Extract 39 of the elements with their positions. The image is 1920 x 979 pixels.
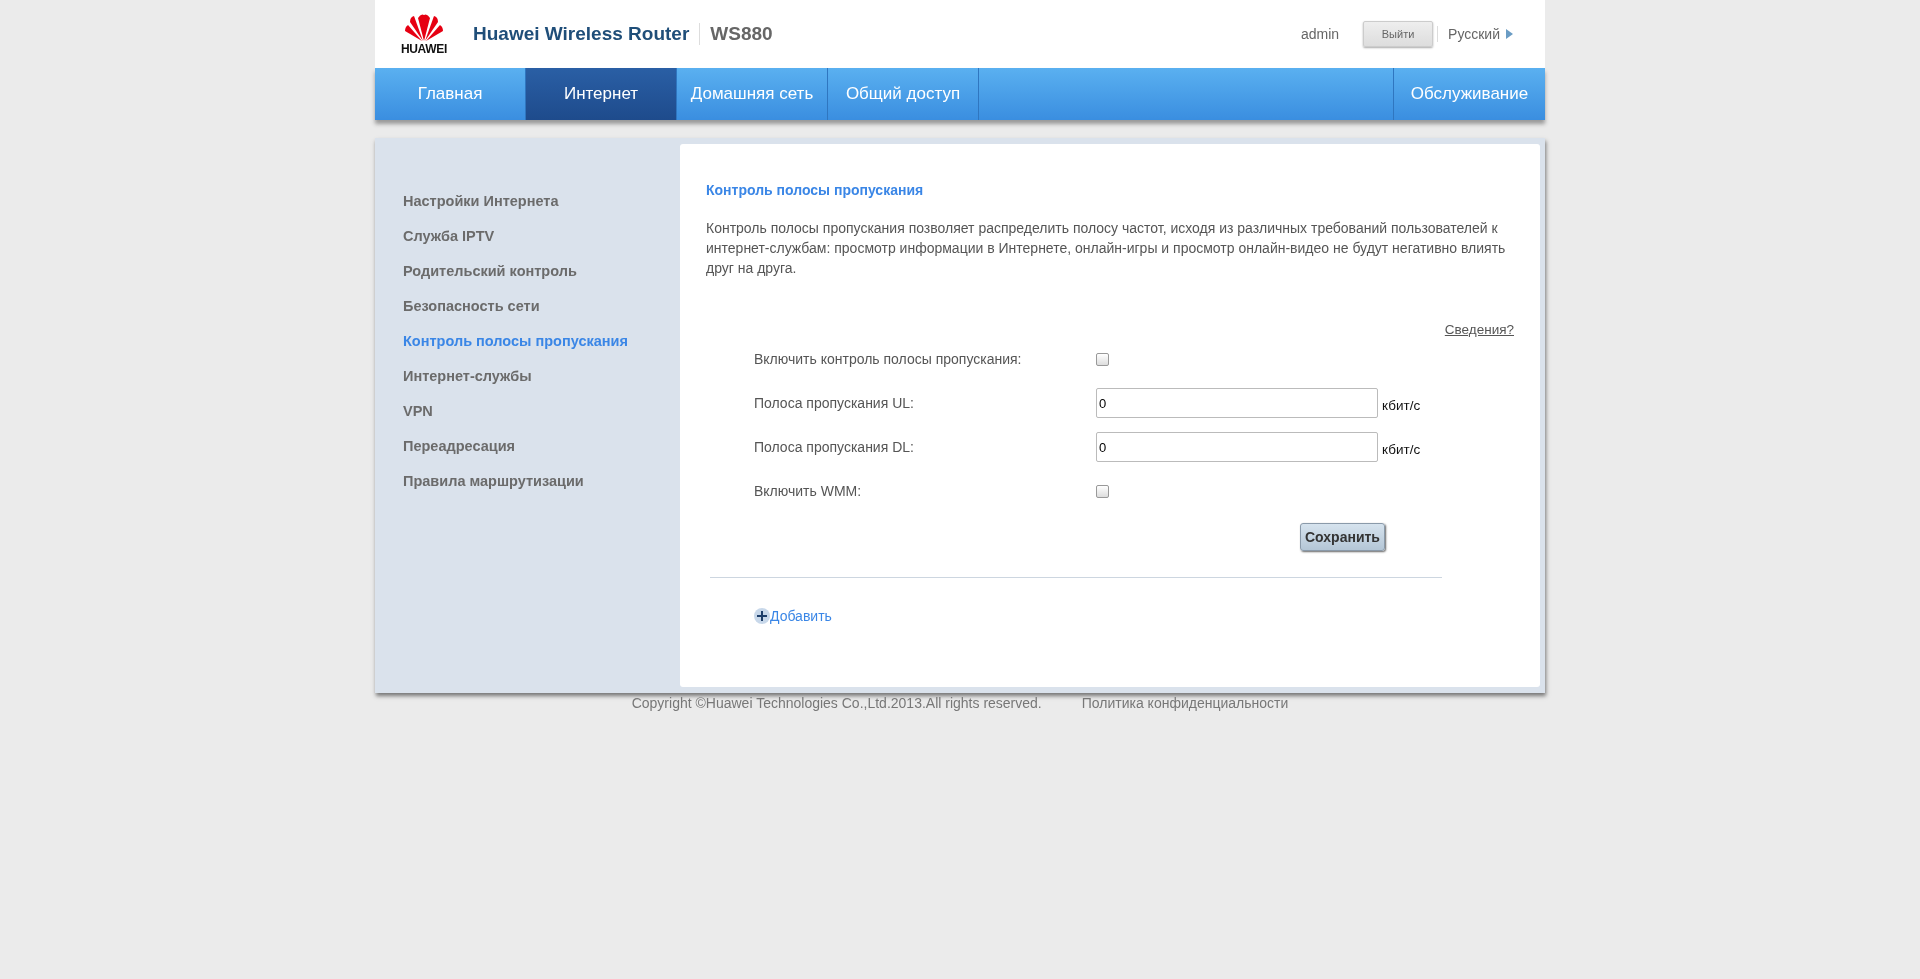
sidebar-item[interactable]: Интернет-службы bbox=[403, 365, 680, 387]
nav-tab[interactable]: Домашняя сеть bbox=[677, 68, 828, 120]
field-label: Полоса пропускания UL: bbox=[754, 395, 915, 411]
save-button[interactable]: Сохранить bbox=[1300, 523, 1385, 551]
sidebar-item[interactable]: Родительский контроль bbox=[403, 260, 680, 282]
unit-label: кбит/с bbox=[1382, 441, 1421, 457]
field-label: Включить контроль полосы пропускания: bbox=[754, 351, 1023, 367]
caret-icon bbox=[1506, 29, 1513, 39]
add-link[interactable]: Добавить bbox=[754, 608, 1514, 624]
product-name: Huawei Wireless Router bbox=[473, 23, 690, 45]
field-label: Полоса пропускания DL: bbox=[754, 439, 915, 455]
privacy-link[interactable]: Политика конфиденциальности bbox=[1081, 695, 1289, 711]
description-text: Контроль полосы пропускания позволяет распределить полосу частот, исходя из различных требований пользователей к интернет-службам: просмотр информации в Интернете, онлайн-игры и просмотр онлайн-видео не будут негативно влиять друг на друга. bbox=[706, 219, 1507, 278]
section-title: Контроль полосы пропускания bbox=[706, 182, 925, 198]
logo-text: HUAWEI bbox=[400, 42, 448, 56]
sidebar-item[interactable]: Переадресация bbox=[403, 435, 680, 457]
checkbox[interactable] bbox=[1096, 484, 1109, 498]
model-name: WS880 bbox=[710, 23, 773, 45]
input-field[interactable]: 0 bbox=[1096, 388, 1378, 418]
nav-tab[interactable]: Интернет bbox=[526, 68, 677, 120]
checkbox[interactable] bbox=[1096, 352, 1109, 366]
logout-button[interactable]: Выйти bbox=[1363, 21, 1434, 47]
sidebar-item[interactable]: Безопасность сети bbox=[403, 295, 680, 317]
sidebar-item[interactable]: VPN bbox=[403, 400, 680, 422]
sidebar-item[interactable]: Правила маршрутизации bbox=[403, 470, 680, 492]
language-selector[interactable]: Русский bbox=[1437, 26, 1513, 42]
sidebar-item[interactable]: Служба IPTV bbox=[403, 225, 680, 247]
copyright-text: Copyright ©Huawei Technologies Co.,Ltd.2013.All rights reserved. bbox=[631, 695, 1042, 711]
unit-label: кбит/с bbox=[1382, 397, 1421, 413]
nav-tab[interactable]: Обслуживание bbox=[1393, 68, 1545, 120]
input-field[interactable]: 0 bbox=[1096, 432, 1378, 462]
field-label: Включить WMM: bbox=[754, 483, 863, 499]
sidebar-item[interactable]: Контроль полосы пропускания bbox=[403, 330, 680, 352]
plus-icon bbox=[754, 608, 770, 624]
help-link[interactable]: Сведения? bbox=[1444, 322, 1514, 337]
nav-tab[interactable]: Общий доступ bbox=[828, 68, 979, 120]
logo-icon bbox=[404, 12, 444, 42]
username: admin bbox=[1300, 26, 1340, 42]
sidebar-item[interactable]: Настройки Интернета bbox=[403, 190, 680, 212]
